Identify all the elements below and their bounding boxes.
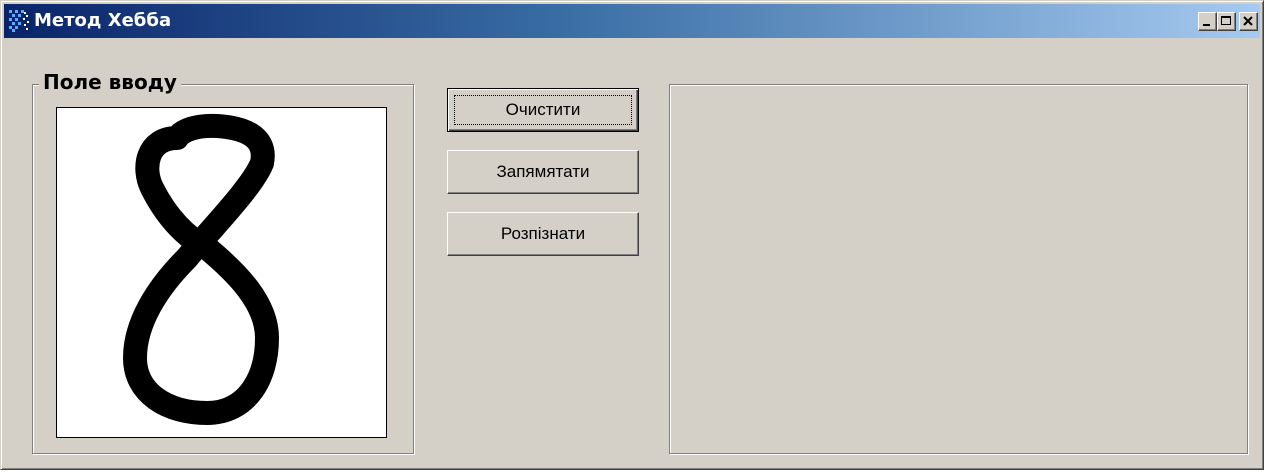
title-bar[interactable]: Метод Хебба xyxy=(4,4,1260,38)
close-icon xyxy=(1243,16,1253,26)
recognize-button[interactable]: Розпізнати xyxy=(447,212,639,256)
clear-button-label: Очистити xyxy=(505,100,581,119)
remember-button[interactable]: Запямятати xyxy=(447,150,639,194)
app-grid-icon xyxy=(8,9,32,33)
close-button[interactable] xyxy=(1239,12,1258,31)
remember-button-label: Запямятати xyxy=(496,162,590,181)
minimize-icon xyxy=(1203,24,1210,26)
recognize-button-label: Розпізнати xyxy=(500,224,586,243)
clear-button[interactable]: Очистити xyxy=(447,88,639,132)
main-window: Метод Хебба Поле вводу Очистити Запямята… xyxy=(0,0,1264,470)
maximize-icon xyxy=(1221,16,1231,25)
minimize-button[interactable] xyxy=(1198,12,1217,31)
input-group-label: Поле вводу xyxy=(39,69,181,95)
handwritten-eight-drawing xyxy=(123,113,279,425)
window-title: Метод Хебба xyxy=(34,10,172,31)
maximize-button[interactable] xyxy=(1217,12,1236,31)
drawing-canvas[interactable] xyxy=(56,107,387,438)
result-panel xyxy=(669,84,1248,454)
